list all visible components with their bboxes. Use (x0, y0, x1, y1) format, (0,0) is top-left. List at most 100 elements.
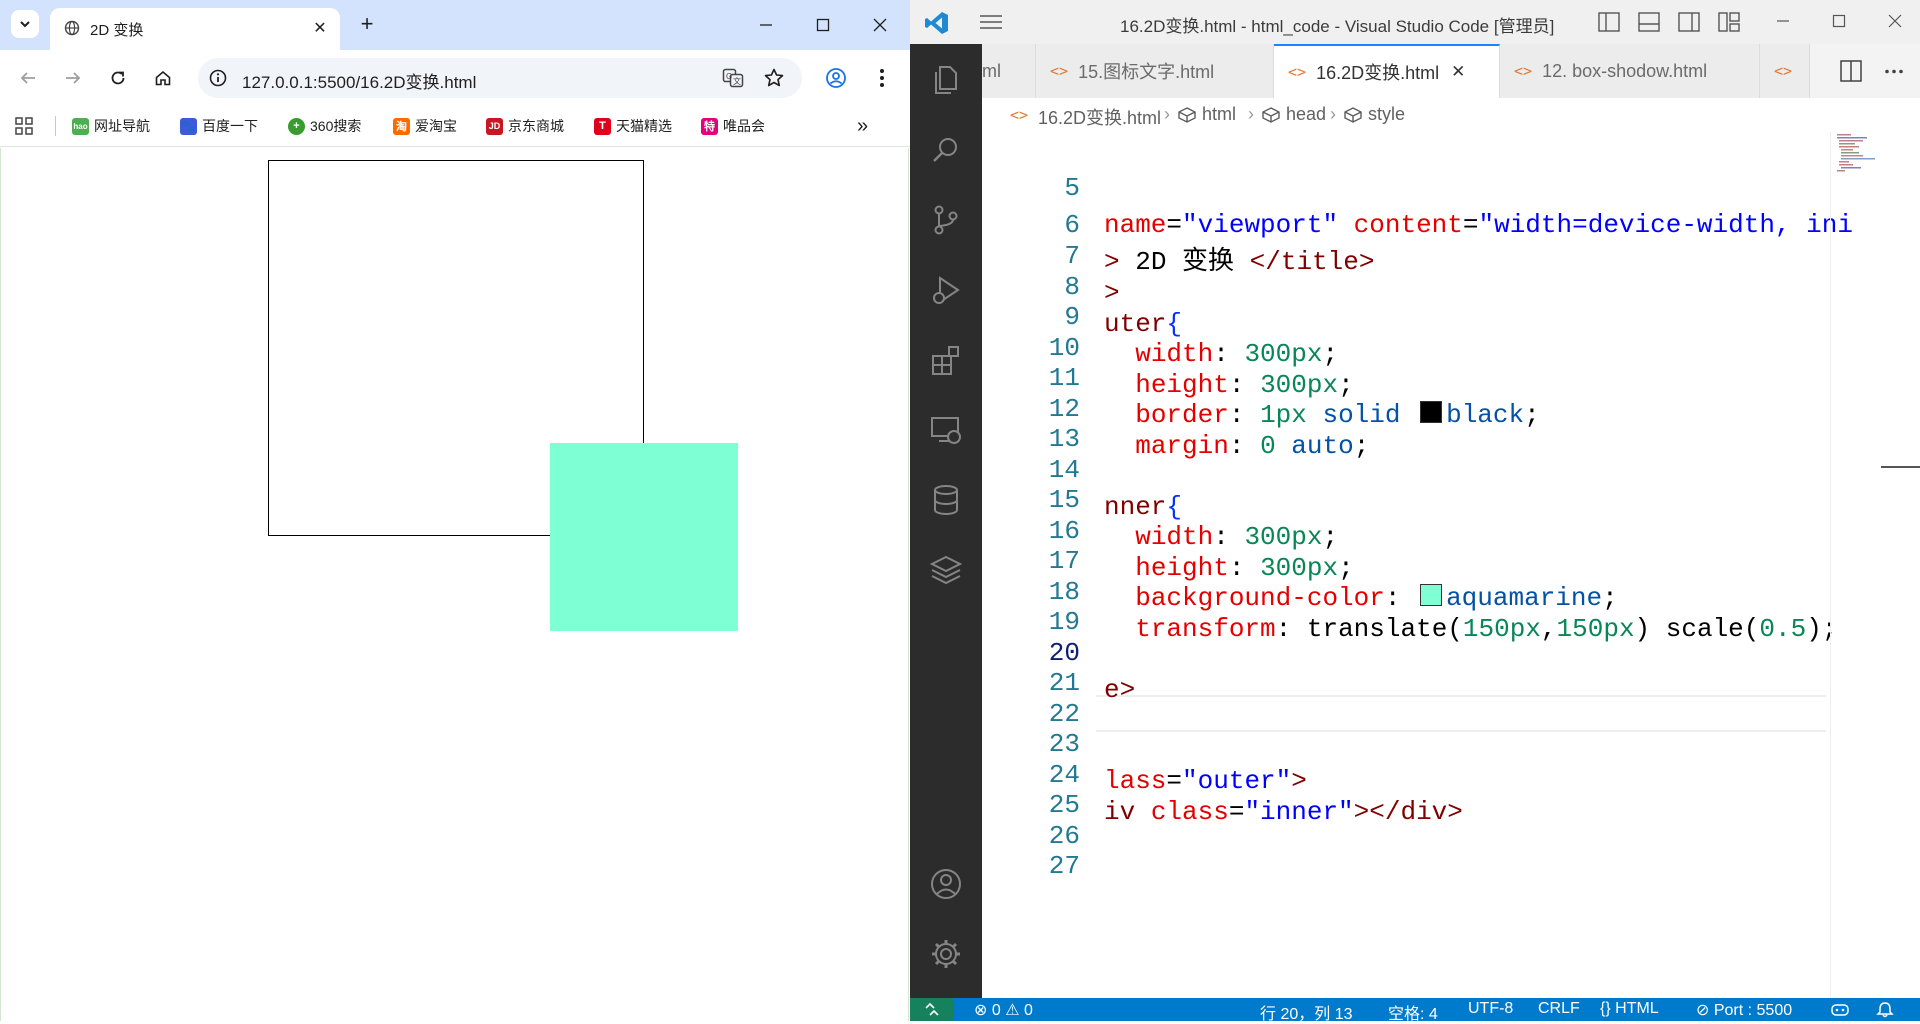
vscode-window-title: 16.2D变换.html - html_code - Visual Studio… (1120, 17, 1555, 36)
bookmark-label: 京东商城 (508, 118, 564, 134)
bookmark-tmall[interactable]: T 天猫精选 (594, 116, 672, 136)
language-mode[interactable]: {} HTML (1600, 1000, 1659, 1018)
remote-icon (925, 1002, 939, 1016)
remote-explorer-icon[interactable] (928, 412, 964, 448)
code-line: 27 (982, 811, 1822, 881)
hao-favicon-icon: hao (72, 117, 89, 135)
bookmark-360[interactable]: + 360搜索 (288, 116, 361, 136)
tab-15-icon-text[interactable]: <> 15.图标文字.html (1036, 44, 1274, 98)
tab-16-2d-transform[interactable]: <> 16.2D变换.html ✕ (1274, 44, 1500, 98)
tab-overflow[interactable]: <> (1760, 44, 1810, 98)
url-text[interactable]: 127.0.0.1:5500/16.2D变换.html (242, 68, 476, 93)
chevron-right-icon: › (1248, 104, 1254, 124)
bookmarks-divider (55, 116, 56, 136)
html-file-icon: <> (1774, 62, 1793, 80)
live-server-port[interactable]: ⊘ Port : 5500 (1696, 1000, 1792, 1020)
tab-12-box-shadow[interactable]: <> 12. box-shodow.html (1500, 44, 1760, 98)
browser-menu-button[interactable] (866, 62, 898, 94)
remote-indicator[interactable] (910, 998, 954, 1021)
minimap-preview (1837, 134, 1875, 172)
bookmark-jd[interactable]: JD 京东商城 (486, 116, 564, 136)
bookmark-label: 爱淘宝 (415, 118, 457, 134)
tab-partial[interactable]: ml (982, 44, 1036, 98)
address-bar[interactable]: 127.0.0.1:5500/16.2D变换.html G文 (198, 58, 802, 98)
encoding[interactable]: UTF-8 (1468, 1000, 1513, 1018)
html-file-icon: <> (1010, 106, 1029, 124)
indentation[interactable]: 空格: 4 (1388, 1000, 1438, 1024)
database-icon[interactable] (928, 482, 964, 518)
vscode-close-icon[interactable] (1888, 14, 1902, 28)
bookmark-label: 唯品会 (723, 118, 765, 134)
maximize-button[interactable] (801, 10, 845, 40)
breadcrumb-head[interactable]: head (1286, 104, 1326, 125)
vscode-logo-icon (925, 12, 948, 34)
code-editor[interactable]: 5 name="viewport" content="width=device-… (982, 132, 1920, 998)
baidu-paw-icon: 🐾 (180, 117, 197, 135)
tmall-favicon-icon: T (594, 117, 611, 135)
new-tab-button[interactable]: + (354, 12, 380, 38)
home-button[interactable] (147, 62, 179, 94)
cursor-position[interactable]: 行 20，列 13 (1260, 1000, 1353, 1024)
more-actions-icon[interactable] (1884, 69, 1904, 74)
vscode-minimize-icon[interactable] (1776, 14, 1790, 28)
source-control-icon[interactable] (928, 202, 964, 238)
minimap[interactable] (1830, 132, 1920, 998)
browser-toolbar: 127.0.0.1:5500/16.2D变换.html G文 (0, 50, 910, 106)
tab-close-button[interactable]: ✕ (308, 16, 332, 40)
maximize-icon (816, 18, 830, 32)
apps-grid-icon (15, 117, 33, 135)
breadcrumb-file[interactable]: 16.2D变换.html (1038, 104, 1161, 130)
browser-tab-active[interactable]: 2D 变换 ✕ (50, 8, 340, 50)
notifications-bell-icon[interactable] (1876, 1001, 1894, 1018)
translate-icon[interactable]: G文 (722, 67, 744, 89)
bookmark-taobao[interactable]: 淘 爱淘宝 (393, 116, 457, 136)
bookmark-vip[interactable]: 特 唯品会 (701, 116, 765, 136)
forward-button[interactable] (57, 62, 89, 94)
browser-window: 2D 变换 ✕ + 127.0.0.1:5500/16.2D变换.html G … (0, 0, 910, 1021)
explorer-icon[interactable] (928, 62, 964, 98)
bookmarks-bar: hao 网址导航 🐾 百度一下 + 360搜索 淘 爱淘宝 JD 京东商城 T … (0, 106, 910, 147)
svg-text:文: 文 (733, 76, 741, 86)
close-icon (873, 18, 887, 32)
split-editor-icon[interactable] (1840, 60, 1862, 82)
bookmark-baidu[interactable]: 🐾 百度一下 (180, 116, 258, 136)
breadcrumb: <> 16.2D变换.html › html › head › style (982, 98, 1920, 132)
editor-tabs: ml <> 15.图标文字.html <> 16.2D变换.html ✕ <> … (982, 44, 1920, 98)
bookmark-star-icon[interactable] (762, 66, 786, 90)
run-debug-icon[interactable] (928, 272, 964, 308)
breadcrumb-html[interactable]: html (1202, 104, 1236, 125)
profile-button[interactable] (820, 62, 852, 94)
element-cube-icon (1262, 107, 1280, 123)
toggle-primary-sidebar-icon[interactable] (1598, 12, 1620, 32)
menu-icon[interactable] (980, 14, 1002, 30)
tab-search-button[interactable] (11, 10, 39, 38)
close-window-button[interactable] (858, 10, 902, 40)
apps-button[interactable] (15, 116, 33, 136)
customize-layout-icon[interactable] (1718, 12, 1740, 32)
settings-gear-icon[interactable] (928, 936, 964, 972)
breadcrumb-style[interactable]: style (1368, 104, 1405, 125)
copilot-icon[interactable] (1830, 1001, 1850, 1018)
accounts-icon[interactable] (928, 866, 964, 902)
tab-close-button[interactable]: ✕ (1451, 62, 1465, 82)
search-icon[interactable] (928, 132, 964, 168)
bookmark-hao[interactable]: hao 网址导航 (72, 116, 150, 136)
bookmark-label: 天猫精选 (616, 118, 672, 134)
reload-button[interactable] (102, 62, 134, 94)
line-ending[interactable]: CRLF (1538, 1000, 1580, 1018)
extensions-icon[interactable] (928, 342, 964, 378)
browser-titlebar: 2D 变换 ✕ + (0, 0, 910, 50)
back-button[interactable] (12, 62, 44, 94)
minimize-button[interactable] (744, 10, 788, 40)
globe-icon (64, 20, 80, 36)
page-viewport (0, 148, 909, 1021)
more-bookmarks-button[interactable]: » (857, 115, 868, 137)
vip-favicon-icon: 特 (701, 117, 718, 135)
vscode-maximize-icon[interactable] (1832, 14, 1846, 28)
toggle-panel-icon[interactable] (1638, 12, 1660, 32)
site-info-icon[interactable] (208, 68, 228, 88)
bookmark-label: 网址导航 (94, 118, 150, 134)
problems-indicator[interactable]: ⊗ 0 ⚠ 0 (974, 1000, 1033, 1020)
toggle-secondary-sidebar-icon[interactable] (1678, 12, 1700, 32)
layers-icon[interactable] (928, 552, 964, 588)
